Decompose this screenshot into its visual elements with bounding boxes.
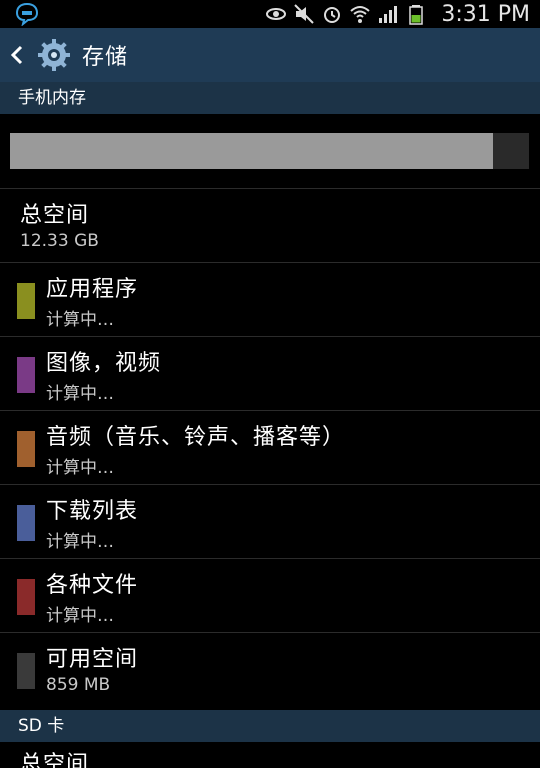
battery-icon [409,5,424,25]
chevron-left-icon [10,45,23,65]
item-value: 计算中… [46,310,114,330]
color-swatch [17,431,35,467]
list-item-misc-files[interactable]: 各种文件 计算中… [0,559,540,633]
clock: 3:31 PM [441,1,530,27]
item-label: 下载列表 [46,499,139,524]
status-bar: 3:31 PM [0,0,540,28]
color-swatch [17,579,35,615]
item-value: 计算中… [46,384,114,404]
item-value: 计算中… [46,458,114,478]
color-swatch [17,653,35,689]
color-swatch [17,505,35,541]
eye-icon [266,8,287,20]
total-space-value: 12.33 GB [20,231,99,251]
back-button[interactable] [10,40,30,70]
item-value: 859 MB [46,675,111,695]
item-label: 音频（音乐、铃声、播客等） [46,425,346,450]
item-label: 各种文件 [46,573,139,598]
gear-icon[interactable] [36,37,72,73]
list-item-available-space: 可用空间 859 MB [0,633,540,707]
item-value: 计算中… [46,606,114,626]
storage-usage-fill [10,133,493,169]
total-space-label: 总空间 [20,203,90,228]
total-space-row: 总空间 12.33 GB [0,189,540,263]
section-header-sd-card: SD 卡 [0,710,540,742]
color-swatch [17,283,35,319]
page-title: 存储 [82,45,129,70]
item-label: 图像，视频 [46,351,162,376]
color-swatch [17,357,35,393]
mute-icon [294,4,315,24]
section-header-internal: 手机内存 [0,82,540,114]
wifi-icon [350,6,371,23]
list-item-apps[interactable]: 应用程序 计算中… [0,263,540,337]
item-label: 应用程序 [46,277,139,302]
storage-usage-bar [10,133,529,169]
item-value: 计算中… [46,532,114,552]
action-bar: 存储 [0,28,540,82]
sd-total-space-label: 总空间 [20,752,90,768]
list-item-downloads[interactable]: 下载列表 计算中… [0,485,540,559]
alarm-icon [324,7,341,23]
list-item-images-videos[interactable]: 图像，视频 计算中… [0,337,540,411]
signal-icon [379,6,398,23]
chat-bubble-icon [15,2,39,26]
item-label: 可用空间 [46,647,139,672]
list-item-audio[interactable]: 音频（音乐、铃声、播客等） 计算中… [0,411,540,485]
